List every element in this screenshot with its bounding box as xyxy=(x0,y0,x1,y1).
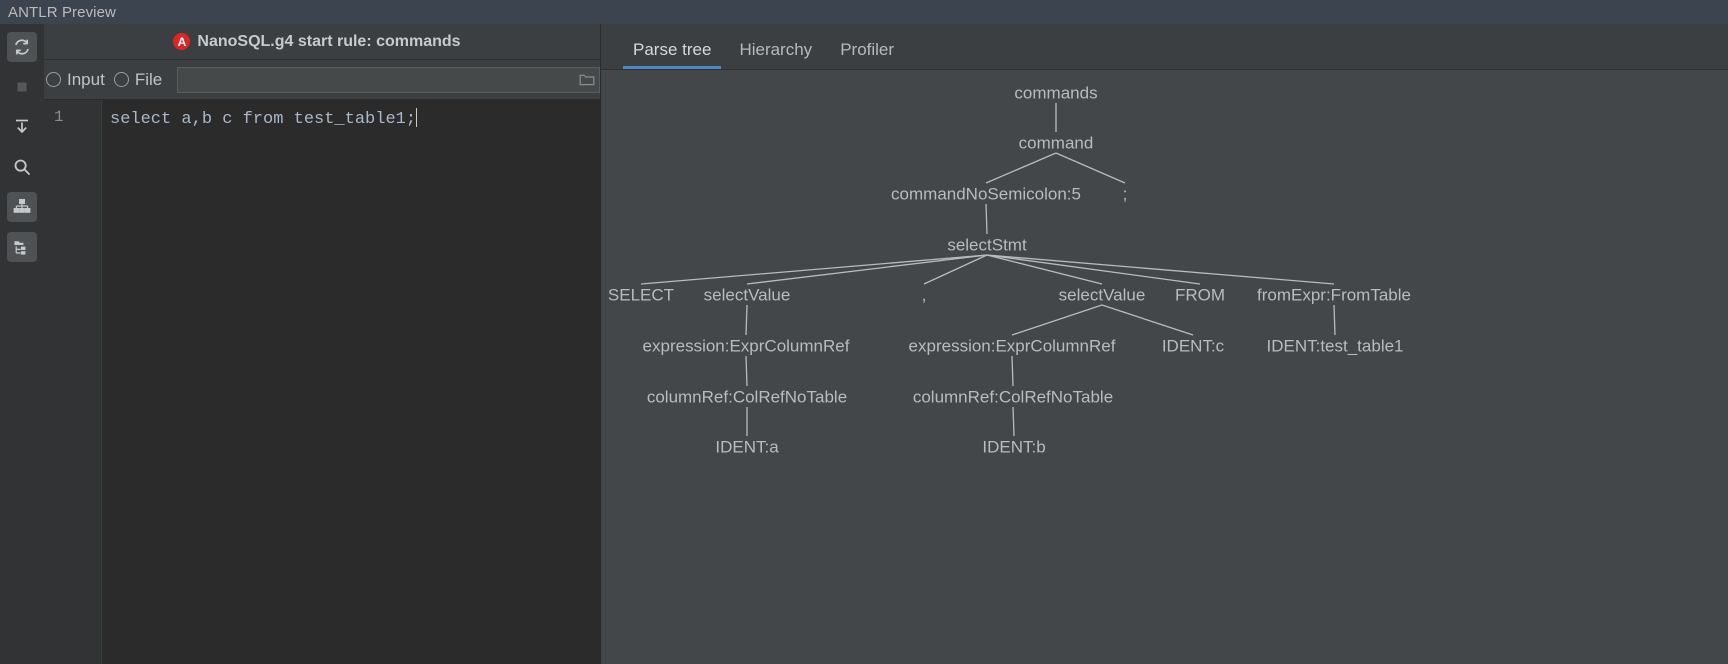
refresh-icon[interactable] xyxy=(7,32,37,62)
tree-node[interactable]: fromExpr:FromTable xyxy=(1257,287,1411,304)
left-toolbar-rail xyxy=(0,24,44,664)
tree-node[interactable]: IDENT:c xyxy=(1162,338,1224,355)
code-editor[interactable]: 1 select a,b c from test_table1; xyxy=(44,99,600,664)
folder-icon[interactable] xyxy=(579,73,595,87)
tree-node[interactable]: commandNoSemicolon:5 xyxy=(891,186,1081,203)
tree-node[interactable]: IDENT:b xyxy=(982,439,1045,456)
tree-node[interactable]: FROM xyxy=(1175,287,1225,304)
code-line: select a,b c from test_table1; xyxy=(110,110,417,129)
tree-node[interactable]: , xyxy=(922,287,927,304)
tab-parse-tree[interactable]: Parse tree xyxy=(619,40,725,69)
antlr-logo-icon: A xyxy=(173,33,191,50)
grammar-title: NanoSQL.g4 start rule: commands xyxy=(197,32,461,50)
radio-file-label: File xyxy=(134,69,163,89)
tree-node[interactable]: columnRef:ColRefNoTable xyxy=(647,389,847,406)
radio-file[interactable] xyxy=(113,72,129,87)
file-path-input[interactable] xyxy=(178,70,579,89)
window-title: ANTLR Preview xyxy=(8,3,116,21)
tree-node[interactable]: IDENT:test_table1 xyxy=(1266,338,1403,355)
line-number-gutter: 1 xyxy=(44,100,102,664)
tree-node[interactable]: columnRef:ColRefNoTable xyxy=(913,389,1113,406)
parse-tree-panel: Parse tree Hierarchy Profiler commands co… xyxy=(601,24,1728,664)
tree-node[interactable]: command xyxy=(1019,135,1094,152)
tree-node[interactable]: ; xyxy=(1123,186,1128,203)
tab-profiler[interactable]: Profiler xyxy=(826,40,908,69)
scroll-to-end-icon[interactable] xyxy=(7,112,37,142)
tree-node[interactable]: selectValue xyxy=(704,287,791,304)
parse-tree-edges xyxy=(640,103,1336,437)
tree-node[interactable]: SELECT xyxy=(608,287,674,304)
radio-input-label: Input xyxy=(67,69,105,89)
tab-bar: Parse tree Hierarchy Profiler xyxy=(601,24,1728,70)
grammar-header: A NanoSQL.g4 start rule: commands xyxy=(44,24,600,60)
search-icon[interactable] xyxy=(7,152,37,182)
tree-node[interactable]: expression:ExprColumnRef xyxy=(909,338,1116,355)
main-split: A NanoSQL.g4 start rule: commands Input … xyxy=(0,24,1728,664)
code-area[interactable]: select a,b c from test_table1; xyxy=(102,100,600,664)
input-panel: A NanoSQL.g4 start rule: commands Input … xyxy=(44,24,601,664)
window-title-bar: ANTLR Preview xyxy=(0,0,1728,24)
tree-node[interactable]: expression:ExprColumnRef xyxy=(643,338,850,355)
tree-node[interactable]: IDENT:a xyxy=(715,439,778,456)
input-source-row: Input File xyxy=(44,60,600,99)
tree-node[interactable]: commands xyxy=(1014,85,1097,102)
tree-node[interactable]: selectStmt xyxy=(947,237,1026,254)
tree-node[interactable]: selectValue xyxy=(1059,287,1146,304)
line-number: 1 xyxy=(54,108,64,126)
parse-tree-icon[interactable] xyxy=(7,192,37,222)
stop-icon[interactable] xyxy=(7,72,37,102)
parse-tree-canvas-wrapper[interactable]: commands command commandNoSemicolon:5; sele… xyxy=(601,70,1728,664)
file-path-field[interactable] xyxy=(177,66,600,93)
tab-hierarchy[interactable]: Hierarchy xyxy=(725,40,826,69)
radio-input[interactable] xyxy=(46,72,61,87)
hierarchy-tree-icon[interactable] xyxy=(7,232,37,262)
text-caret xyxy=(416,108,418,127)
